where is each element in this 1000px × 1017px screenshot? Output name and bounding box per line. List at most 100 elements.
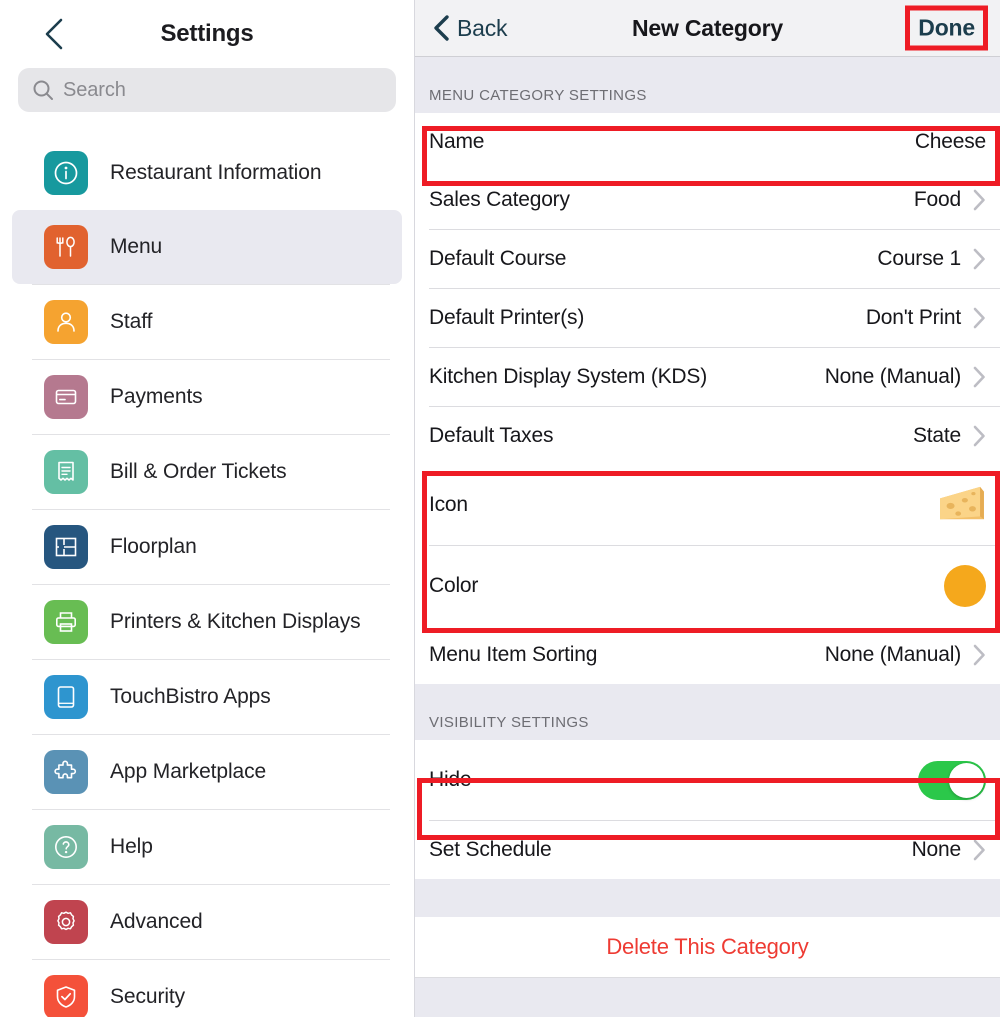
row-value: None (Manual) [824,365,962,388]
sidebar-item-label: Menu [110,235,163,258]
row-value-container [944,565,986,607]
name-field-value[interactable]: Cheese [915,130,986,154]
row-divider [415,977,1000,978]
row-label: Set Schedule [429,838,552,861]
row-kitchen-display-system[interactable]: Kitchen Display System (KDS) None (Manua… [415,348,1000,406]
credit-card-icon [44,375,88,419]
row-default-taxes[interactable]: Default Taxes State [415,407,1000,465]
section-header-menu-category-settings: MENU CATEGORY SETTINGS [429,87,647,104]
receipt-icon [44,450,88,494]
search-placeholder: Search [63,78,126,101]
row-label: Default Course [429,247,567,270]
sidebar-item-advanced[interactable]: Advanced [12,885,402,959]
row-value-container: State [913,424,986,448]
row-label: Kitchen Display System (KDS) [429,365,707,388]
sidebar-item-label: Help [110,835,153,858]
row-color[interactable]: Color [415,546,1000,626]
row-value: State [912,424,961,447]
row-name[interactable]: Name Cheese [415,113,1000,171]
row-value: Food [913,188,961,211]
chevron-right-icon [973,366,985,388]
sidebar-item-list: Restaurant Information Menu Staff Paymen… [0,136,414,1017]
menu-category-settings-card: Name Cheese Sales Category Food Default … [415,113,1000,684]
row-value-container: Course 1 [877,247,986,271]
color-swatch[interactable] [944,565,986,607]
done-button[interactable]: Done [905,5,988,51]
sidebar-item-printers-and-kitchen-displays[interactable]: Printers & Kitchen Displays [12,585,402,659]
fork-spoon-icon [44,225,88,269]
tablet-icon [44,675,88,719]
row-sales-category[interactable]: Sales Category Food [415,171,1000,229]
row-default-course[interactable]: Default Course Course 1 [415,230,1000,288]
search-icon [33,80,53,100]
cheese-wedge-icon [940,486,984,520]
delete-category-button[interactable]: Delete This Category [415,917,1000,977]
sidebar-item-bill-and-order-tickets[interactable]: Bill & Order Tickets [12,435,402,509]
row-value-container: None [912,838,986,862]
floorplan-icon [44,525,88,569]
sidebar-back-button[interactable] [42,17,70,51]
sidebar-item-label: Bill & Order Tickets [110,460,287,483]
puzzle-piece-icon [44,750,88,794]
detail-back-label: Back [457,14,508,41]
row-value-container: Cheese [915,130,986,154]
sidebar-item-label: Printers & Kitchen Displays [110,610,361,633]
sidebar-item-label: Advanced [110,910,203,933]
printer-icon [44,600,88,644]
sidebar-item-app-marketplace[interactable]: App Marketplace [12,735,402,809]
section-header-visibility-settings: VISIBILITY SETTINGS [429,714,589,731]
sidebar-header: Settings [0,0,414,68]
search-input[interactable]: Search [18,68,396,112]
sidebar-item-restaurant-information[interactable]: Restaurant Information [12,136,402,210]
row-default-printers[interactable]: Default Printer(s) Don't Print [415,289,1000,347]
toggle-knob [949,762,984,798]
person-icon [44,300,88,344]
row-hide[interactable]: Hide [415,740,1000,820]
row-label: Default Printer(s) [429,306,585,329]
chevron-right-icon [973,644,985,666]
row-value-container: None (Manual) [825,365,986,389]
sidebar-item-security[interactable]: Security [12,960,402,1017]
sidebar-item-touchbistro-apps[interactable]: TouchBistro Apps [12,660,402,734]
row-icon[interactable]: Icon [415,465,1000,545]
row-label: Menu Item Sorting [429,643,598,666]
sidebar-item-label: Security [110,985,186,1008]
new-category-detail-pane: Back New Category Done MENU CATEGORY SET… [415,0,1000,1017]
chevron-right-icon [973,248,985,270]
row-label: Default Taxes [429,424,554,447]
row-value-container: Food [914,188,986,212]
row-value: None (Manual) [824,643,962,666]
row-value-container [938,485,986,525]
row-value-container: Don't Print [866,306,986,330]
chevron-right-icon [973,189,985,211]
shield-check-icon [44,975,88,1017]
row-menu-item-sorting[interactable]: Menu Item Sorting None (Manual) [415,626,1000,684]
row-value-container: None (Manual) [825,643,986,667]
sidebar-item-floorplan[interactable]: Floorplan [12,510,402,584]
sidebar-item-staff[interactable]: Staff [12,285,402,359]
sidebar-item-label: App Marketplace [110,760,267,783]
row-value: Course 1 [877,247,961,270]
detail-back-button[interactable]: Back [433,14,508,42]
section-gap [415,879,1000,917]
sidebar-item-help[interactable]: Help [12,810,402,884]
chevron-left-icon [434,15,449,41]
info-circle-icon [44,151,88,195]
chevron-right-icon [973,307,985,329]
row-label: Hide [429,768,472,791]
sidebar-item-payments[interactable]: Payments [12,360,402,434]
row-label: Icon [429,493,468,516]
hide-toggle[interactable] [918,760,986,800]
row-set-schedule[interactable]: Set Schedule None [415,821,1000,879]
settings-app: Settings Search Restaurant Information M… [0,0,1000,1017]
row-value: None [911,838,962,861]
row-label: Sales Category [429,188,570,211]
sidebar-item-label: Floorplan [110,535,197,558]
sidebar-search-container: Search [0,68,414,112]
row-value: Don't Print [865,306,961,329]
sidebar-item-label: TouchBistro Apps [110,685,271,708]
sidebar-item-menu[interactable]: Menu [12,210,402,284]
chevron-right-icon [973,425,985,447]
sidebar-item-label: Staff [110,310,153,333]
gear-icon [44,900,88,944]
